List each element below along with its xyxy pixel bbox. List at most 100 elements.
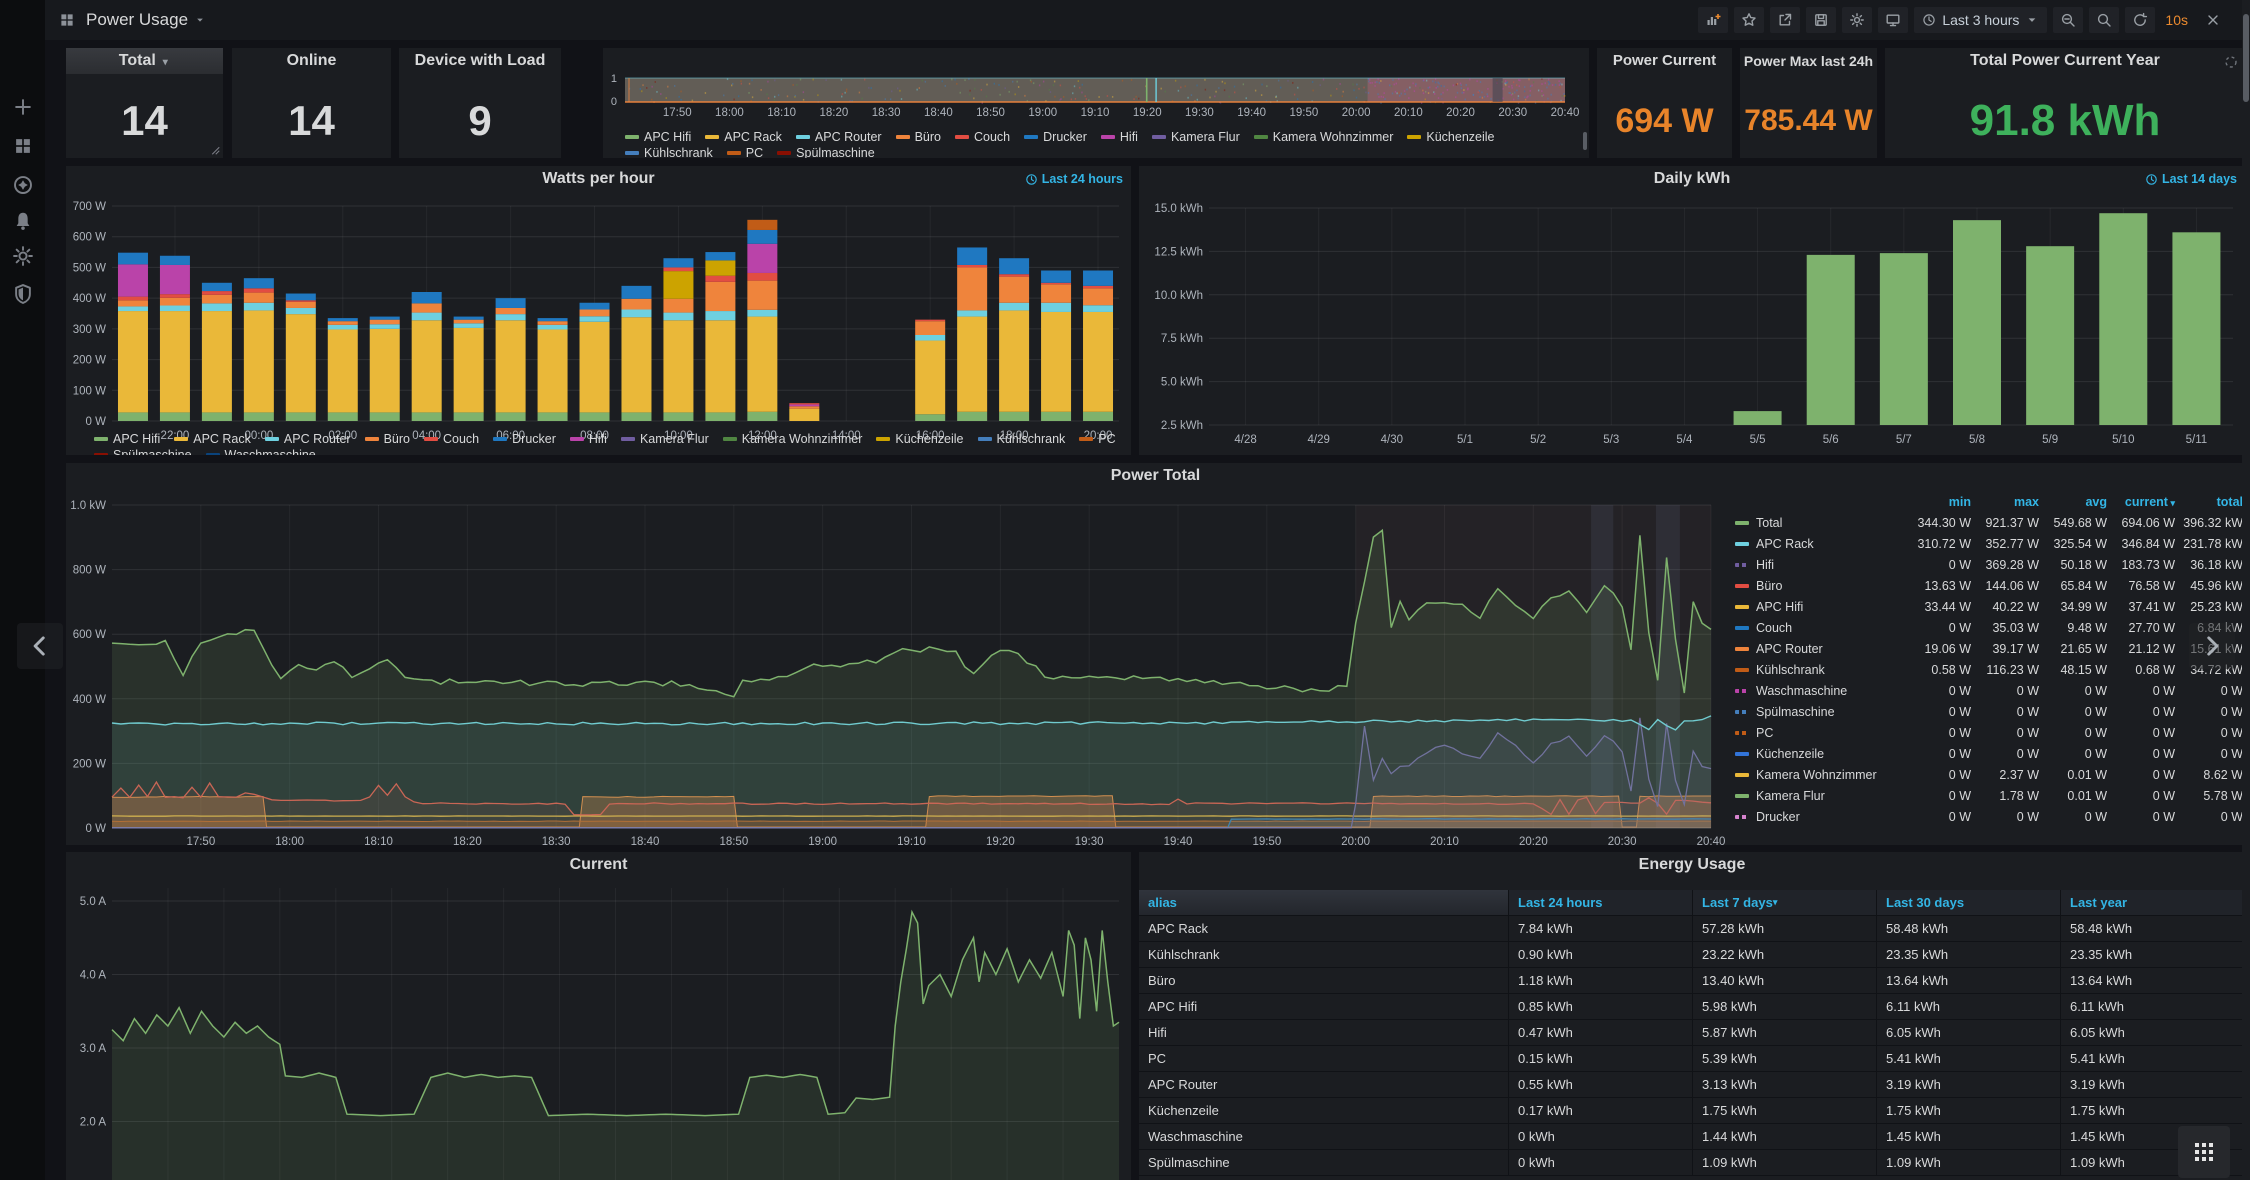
sidebar-plus-icon[interactable] bbox=[12, 96, 34, 118]
panel-header-online[interactable]: Online bbox=[232, 48, 391, 74]
series-toggle[interactable]: Küchenzeile bbox=[1735, 747, 1905, 761]
legend-sort-current[interactable]: current ▾ bbox=[2109, 495, 2177, 509]
device-timeline-chart[interactable]: 1017:5018:0018:1018:2018:3018:4018:5019:… bbox=[603, 48, 1589, 128]
legend-item[interactable]: Kamera Wohnzimmer bbox=[1254, 130, 1394, 144]
column-header-Last 7 days[interactable]: Last 7 days ▾ bbox=[1693, 890, 1877, 916]
add-panel-button[interactable] bbox=[1698, 7, 1728, 33]
sidebar-server-admin-icon[interactable] bbox=[12, 283, 34, 305]
share-button[interactable] bbox=[1770, 7, 1800, 33]
dashboard-title-dropdown[interactable]: Power Usage bbox=[86, 10, 206, 30]
page-scrollbar[interactable] bbox=[2242, 0, 2250, 1180]
legend-item[interactable]: APC Hifi bbox=[625, 130, 691, 144]
legend-sort-total[interactable]: total bbox=[2177, 495, 2245, 509]
daily-kwh-chart[interactable]: 15.0 kWh12.5 kWh10.0 kWh7.5 kWh5.0 kWh2.… bbox=[1139, 192, 2245, 452]
sidebar-explore-icon[interactable] bbox=[12, 174, 34, 196]
legend-item[interactable]: Büro bbox=[896, 130, 941, 144]
column-header-Last 30 days[interactable]: Last 30 days bbox=[1877, 890, 2061, 916]
star-button[interactable] bbox=[1734, 7, 1764, 33]
legend-item[interactable]: APC Router bbox=[796, 130, 882, 144]
panel-title[interactable]: Daily kWh bbox=[1139, 166, 2245, 192]
current-chart[interactable]: 5.0 A4.0 A3.0 A2.0 A bbox=[66, 878, 1131, 1180]
legend-item[interactable]: Hifi bbox=[1101, 130, 1138, 144]
series-toggle[interactable]: Kamera Wohnzimmer bbox=[1735, 768, 1905, 782]
sidebar-dashboards-icon[interactable] bbox=[12, 135, 34, 157]
refresh-interval-dropdown[interactable]: 10s bbox=[2161, 12, 2192, 28]
legend-item[interactable]: APC Hifi bbox=[94, 432, 160, 446]
legend-scrollbar[interactable] bbox=[1583, 132, 1587, 150]
panel-resize-handle[interactable] bbox=[207, 142, 221, 156]
legend-item[interactable]: Kühlschrank bbox=[978, 432, 1066, 446]
legend-sort-avg[interactable]: avg bbox=[2041, 495, 2109, 509]
legend-item[interactable]: Kamera Wohnzimmer bbox=[723, 432, 863, 446]
series-toggle[interactable]: APC Rack bbox=[1735, 537, 1905, 551]
grid-menu-button[interactable] bbox=[2178, 1126, 2230, 1178]
scrollbar-thumb[interactable] bbox=[2243, 14, 2249, 102]
panel-header-total[interactable]: Total ▾ bbox=[66, 48, 223, 74]
legend-item[interactable]: Büro bbox=[365, 432, 410, 446]
series-toggle[interactable]: Hifi bbox=[1735, 558, 1905, 572]
time-range-picker[interactable]: Last 3 hours bbox=[1914, 7, 2047, 33]
series-toggle[interactable]: Spülmaschine bbox=[1735, 705, 1905, 719]
series-toggle[interactable]: Büro bbox=[1735, 579, 1905, 593]
legend-item[interactable]: Kühlschrank bbox=[625, 146, 713, 158]
panel-title[interactable]: Energy Usage bbox=[1139, 852, 2245, 878]
prev-dashboard-arrow[interactable] bbox=[17, 623, 63, 669]
series-toggle[interactable]: Couch bbox=[1735, 621, 1905, 635]
svg-text:20:00: 20:00 bbox=[1342, 107, 1371, 119]
legend-sort-max[interactable]: max bbox=[1973, 495, 2041, 509]
cycle-view-button[interactable] bbox=[1878, 7, 1908, 33]
svg-text:17:50: 17:50 bbox=[663, 107, 692, 119]
panel-title[interactable]: Power Total bbox=[66, 463, 2245, 489]
column-header-Last 24 hours[interactable]: Last 24 hours bbox=[1509, 890, 1693, 916]
zoom-out-button[interactable] bbox=[2053, 7, 2083, 33]
legend-item[interactable]: Kamera Flur bbox=[621, 432, 709, 446]
series-toggle[interactable]: APC Hifi bbox=[1735, 600, 1905, 614]
series-toggle[interactable]: PC bbox=[1735, 726, 1905, 740]
series-toggle[interactable]: Drucker bbox=[1735, 810, 1905, 824]
legend-item[interactable]: Küchenzeile bbox=[1407, 130, 1494, 144]
bar-segment bbox=[747, 412, 777, 421]
time-override-badge[interactable]: Last 14 days bbox=[2145, 172, 2237, 186]
bar-segment bbox=[705, 282, 735, 311]
series-toggle[interactable]: Waschmaschine bbox=[1735, 684, 1905, 698]
panel-header-power-current[interactable]: Power Current bbox=[1597, 48, 1732, 74]
sidebar-alerting-icon[interactable] bbox=[12, 210, 34, 232]
panel-header-power-max[interactable]: Power Max last 24h bbox=[1740, 48, 1877, 74]
legend-item[interactable]: Küchenzeile bbox=[876, 432, 963, 446]
legend-item[interactable]: Hifi bbox=[570, 432, 607, 446]
search-button[interactable] bbox=[2089, 7, 2119, 33]
sidebar-configuration-icon[interactable] bbox=[12, 245, 34, 267]
panel-title[interactable]: Current bbox=[66, 852, 1131, 878]
legend-item[interactable]: APC Router bbox=[265, 432, 351, 446]
series-toggle[interactable]: APC Router bbox=[1735, 642, 1905, 656]
panel-header-total-power-year[interactable]: Total Power Current Year bbox=[1885, 48, 2245, 74]
close-icon[interactable] bbox=[2198, 7, 2228, 33]
legend-item[interactable]: APC Rack bbox=[174, 432, 251, 446]
refresh-button[interactable] bbox=[2125, 7, 2155, 33]
column-header-Last year[interactable]: Last year bbox=[2061, 890, 2245, 916]
svg-text:19:40: 19:40 bbox=[1237, 107, 1266, 119]
panel-header-device-with-load[interactable]: Device with Load bbox=[399, 48, 561, 74]
watts-per-hour-chart[interactable]: 700 W600 W500 W400 W300 W200 W100 W0 W22… bbox=[66, 192, 1131, 450]
legend-sort-min[interactable]: min bbox=[1905, 495, 1973, 509]
series-toggle[interactable]: Total bbox=[1735, 516, 1905, 530]
time-override-badge[interactable]: Last 24 hours bbox=[1025, 172, 1123, 186]
legend-item[interactable]: Spülmaschine bbox=[777, 146, 875, 158]
legend-item[interactable]: Couch bbox=[424, 432, 479, 446]
legend-item[interactable]: Drucker bbox=[1024, 130, 1087, 144]
legend-item[interactable]: PC bbox=[1079, 432, 1115, 446]
legend-item[interactable]: Spülmaschine bbox=[94, 448, 192, 455]
legend-item[interactable]: PC bbox=[727, 146, 763, 158]
settings-button[interactable] bbox=[1842, 7, 1872, 33]
legend-item[interactable]: Kamera Flur bbox=[1152, 130, 1240, 144]
series-toggle[interactable]: Kamera Flur bbox=[1735, 789, 1905, 803]
series-toggle[interactable]: Kühlschrank bbox=[1735, 663, 1905, 677]
legend-item[interactable]: APC Rack bbox=[705, 130, 782, 144]
next-dashboard-arrow[interactable] bbox=[2189, 623, 2235, 669]
legend-item[interactable]: Drucker bbox=[493, 432, 556, 446]
column-header-alias[interactable]: alias bbox=[1139, 890, 1509, 916]
panel-title[interactable]: Watts per hour bbox=[66, 166, 1131, 192]
legend-item[interactable]: Couch bbox=[955, 130, 1010, 144]
save-button[interactable] bbox=[1806, 7, 1836, 33]
legend-item[interactable]: Waschmaschine bbox=[206, 448, 316, 455]
